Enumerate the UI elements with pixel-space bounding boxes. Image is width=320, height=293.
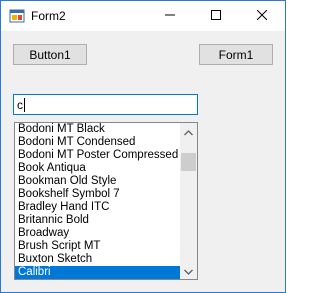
close-button[interactable] xyxy=(239,1,285,31)
maximize-icon xyxy=(211,9,221,23)
list-item[interactable]: Bookshelf Symbol 7 xyxy=(15,188,180,201)
font-list-items: Bodoni MT Black Bodoni MT Condensed Bodoni… xyxy=(15,123,180,279)
list-item[interactable]: Book Antiqua xyxy=(15,162,180,175)
scroll-down-button[interactable] xyxy=(180,262,197,279)
form-client-area: Button1 Form1 c Bodoni MT Black Bodoni MT… xyxy=(1,31,285,292)
font-listbox[interactable]: Bodoni MT Black Bodoni MT Condensed Bodoni… xyxy=(14,122,198,280)
list-item[interactable]: Bookman Old Style xyxy=(15,175,180,188)
text-caret xyxy=(24,98,25,112)
scroll-up-button[interactable] xyxy=(180,123,197,140)
list-item[interactable]: Bodoni MT Poster Compressed xyxy=(15,149,180,162)
window-title: Form2 xyxy=(31,9,66,23)
title-bar[interactable]: Form2 xyxy=(1,1,285,31)
maximize-button[interactable] xyxy=(193,1,239,31)
list-item[interactable]: Broadway xyxy=(15,227,180,240)
list-item[interactable]: Calibri xyxy=(15,266,180,279)
form1-button[interactable]: Form1 xyxy=(199,44,273,65)
list-item[interactable]: Brush Script MT xyxy=(15,240,180,253)
list-item[interactable]: Britannic Bold xyxy=(15,214,180,227)
vertical-scrollbar[interactable] xyxy=(180,123,197,279)
minimize-icon xyxy=(165,9,175,23)
list-item[interactable]: Bodoni MT Condensed xyxy=(15,136,180,149)
close-icon xyxy=(256,9,268,23)
button1[interactable]: Button1 xyxy=(13,44,87,65)
list-item[interactable]: Buxton Sketch xyxy=(15,253,180,266)
scroll-down-icon xyxy=(184,264,193,278)
list-item[interactable]: Bradley Hand ITC xyxy=(15,201,180,214)
scrollbar-thumb[interactable] xyxy=(181,153,196,171)
form-icon xyxy=(9,8,25,24)
list-item[interactable]: Bodoni MT Black xyxy=(15,123,180,136)
scroll-up-icon xyxy=(184,125,193,139)
form2-window: Form2 Button1 Form1 c Bodoni MT Black Bod… xyxy=(0,0,286,293)
minimize-button[interactable] xyxy=(147,1,193,31)
search-textbox-value: c xyxy=(17,98,23,112)
search-textbox[interactable]: c xyxy=(13,94,198,115)
